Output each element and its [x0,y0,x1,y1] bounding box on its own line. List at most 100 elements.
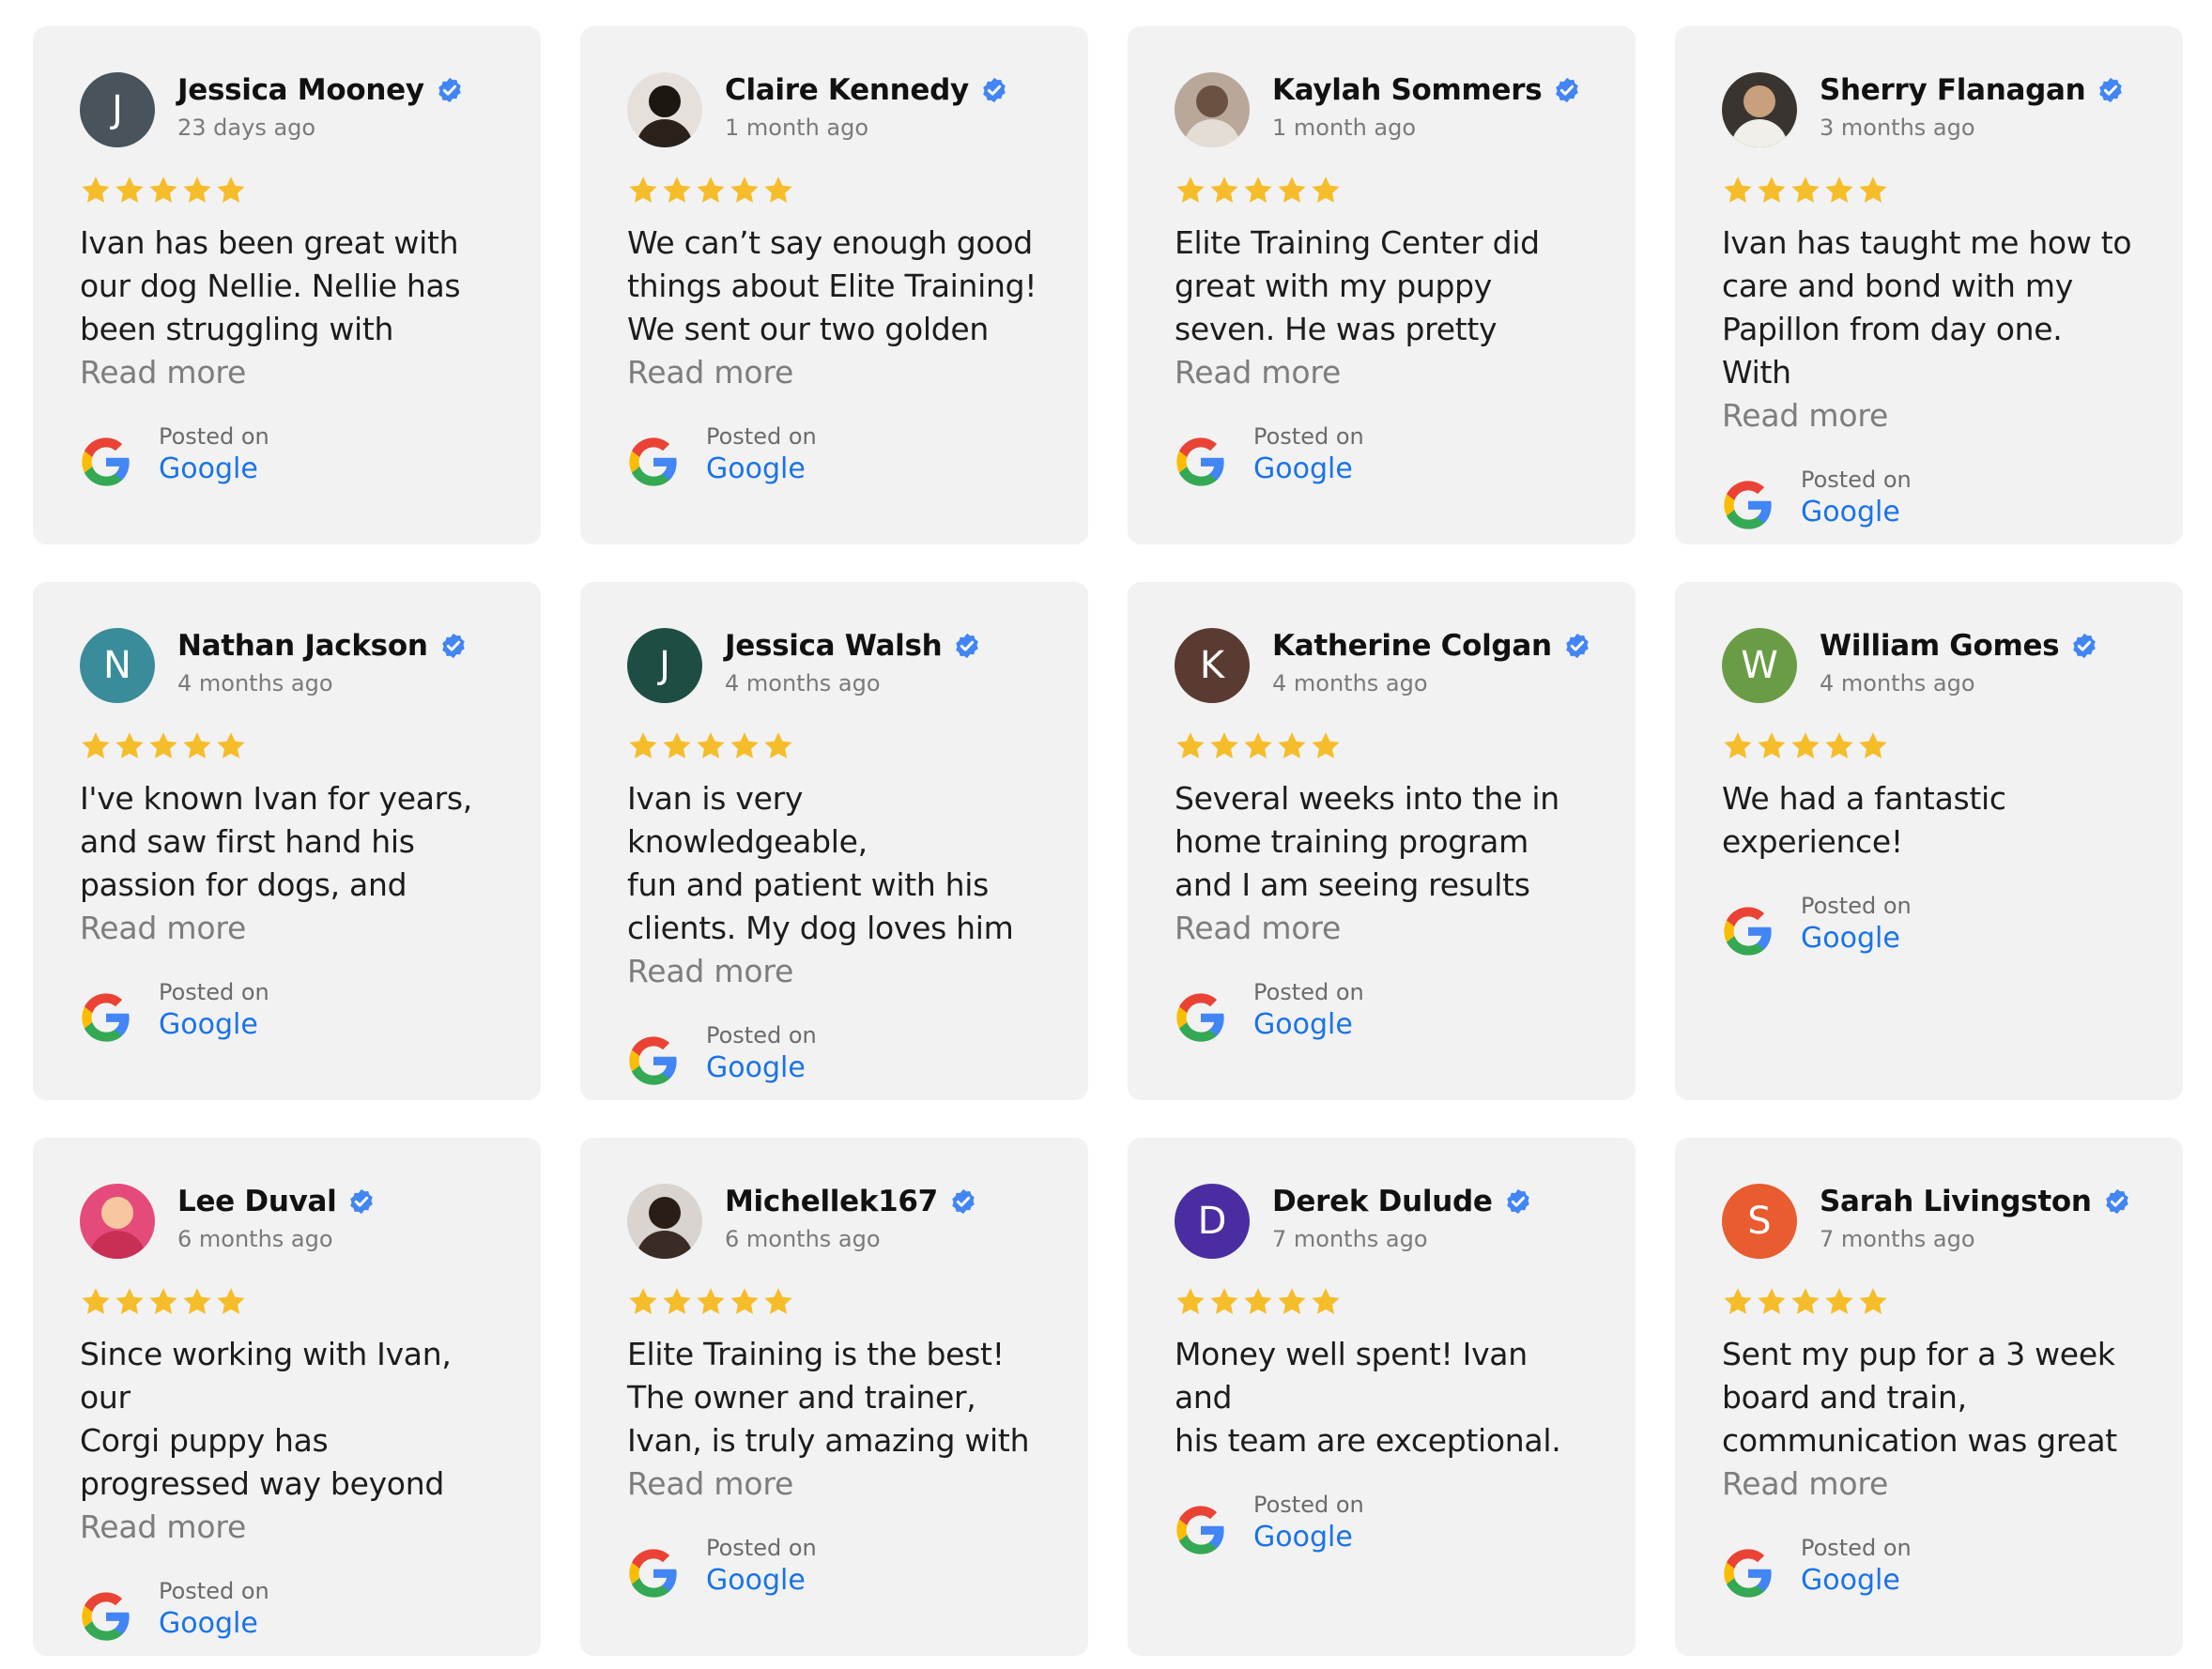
posted-on-source: Posted on Google [627,1534,1046,1600]
posted-on-source: Posted on Google [627,422,1046,488]
google-link[interactable]: Google [159,1006,269,1044]
reviewer-name[interactable]: Jessica Walsh [725,629,943,663]
posted-on-label: Posted on [706,423,817,450]
star-icon [697,1288,725,1314]
google-link[interactable]: Google [159,451,269,488]
reviewer-info: Katherine Colgan 4 months ago [1272,629,1591,697]
posted-on-source: Posted on Google [1722,892,2141,957]
google-logo-icon [82,437,130,486]
google-link[interactable]: Google [1253,1006,1364,1044]
read-more-link[interactable]: Read more [1722,394,2141,437]
star-icon [1210,1288,1238,1314]
star-icon [1825,1288,1853,1314]
avatar-photo-head [1743,85,1775,117]
star-icon [1758,732,1786,758]
google-link[interactable]: Google [706,1049,817,1087]
verified-badge-icon [441,633,465,659]
reviewer-name[interactable]: William Gomes [1820,629,2060,663]
star-icon [149,732,177,758]
star-icon [82,732,110,758]
google-logo-icon [1724,907,1772,956]
avatar: K [1175,628,1250,703]
review-text: Several weeks into the in home training … [1175,780,1559,903]
read-more-link[interactable]: Read more [80,351,499,394]
read-more-link[interactable]: Read more [1175,351,1593,394]
review-card: Sherry Flanagan 3 months ago Ivan has ta… [1675,26,2183,544]
review-text: Ivan is very knowledgeable, fun and pati… [627,780,1014,946]
review-header: D Derek Dulude 7 months ago [1175,1184,1593,1263]
google-link[interactable]: Google [159,1605,269,1643]
google-link[interactable]: Google [706,451,817,488]
review-header: Claire Kennedy 1 month ago [627,72,1046,151]
read-more-link[interactable]: Read more [80,1506,499,1549]
posted-on-label: Posted on [159,1578,269,1604]
name-row: Sherry Flanagan [1820,73,2125,107]
reviewer-name[interactable]: Sarah Livingston [1820,1185,2092,1218]
review-date: 6 months ago [177,1226,333,1252]
posted-text: Posted on Google [706,1534,817,1600]
review-header: Michellek167 6 months ago [627,1184,1046,1263]
read-more-link[interactable]: Read more [627,351,1046,394]
google-link[interactable]: Google [1253,451,1364,488]
posted-text: Posted on Google [1801,892,1912,957]
posted-on-source: Posted on Google [80,1577,499,1643]
star-icon [82,176,110,203]
star-icon [1859,732,1887,758]
reviewer-info: Sarah Livingston 7 months ago [1820,1185,2131,1252]
reviewer-name[interactable]: Jessica Mooney [177,73,424,107]
star-icon [1210,732,1238,758]
reviewer-name[interactable]: Michellek167 [725,1185,938,1218]
read-more-link[interactable]: Read more [627,950,1046,993]
star-icon [1278,176,1306,203]
name-row: Claire Kennedy [725,73,1008,107]
star-icon [629,1288,657,1314]
reviews-grid: J Jessica Mooney 23 days ago Ivan has be… [33,26,2183,1656]
google-link[interactable]: Google [1801,494,1912,531]
avatar [627,72,702,147]
star-rating [80,730,499,764]
posted-on-label: Posted on [1801,893,1912,919]
reviewer-name[interactable]: Derek Dulude [1272,1185,1493,1218]
review-text: Elite Training is the best! The owner an… [627,1336,1030,1459]
google-link[interactable]: Google [1801,1562,1912,1600]
reviewer-name[interactable]: Sherry Flanagan [1820,73,2086,107]
avatar: D [1175,1184,1250,1259]
posted-on-source: Posted on Google [80,422,499,488]
read-more-link[interactable]: Read more [1175,907,1593,950]
star-rating [1175,175,1593,208]
reviewer-info: Michellek167 6 months ago [725,1185,977,1252]
reviewer-name[interactable]: Kaylah Sommers [1272,73,1543,107]
posted-on-label: Posted on [1801,1535,1912,1561]
review-card: K Katherine Colgan 4 months ago Several … [1128,582,1636,1100]
posted-on-source: Posted on Google [1722,1534,2141,1600]
reviewer-name[interactable]: Nathan Jackson [177,629,428,663]
reviewer-info: Kaylah Sommers 1 month ago [1272,73,1581,141]
review-card: S Sarah Livingston 7 months ago Sent my … [1675,1138,2183,1656]
star-icon [697,732,725,758]
review-header: Sherry Flanagan 3 months ago [1722,72,2141,151]
star-icon [1278,1288,1306,1314]
star-icon [183,732,211,758]
posted-text: Posted on Google [1253,1491,1364,1556]
posted-on-source: Posted on Google [1722,466,2141,531]
star-rating [1722,1286,2141,1320]
review-date: 3 months ago [1820,115,1975,141]
reviewer-name[interactable]: Katherine Colgan [1272,629,1552,663]
star-icon [1825,732,1853,758]
posted-on-label: Posted on [706,1535,817,1561]
google-link[interactable]: Google [1801,920,1912,957]
star-icon [149,1288,177,1314]
star-icon [1244,1288,1272,1314]
reviewer-info: Jessica Mooney 23 days ago [177,73,464,141]
review-date: 4 months ago [1820,670,1975,697]
review-text: Elite Training Center did great with my … [1175,224,1540,347]
read-more-link[interactable]: Read more [627,1462,1046,1506]
read-more-link[interactable]: Read more [80,907,499,950]
posted-text: Posted on Google [159,978,269,1044]
reviewer-name[interactable]: Claire Kennedy [725,73,969,107]
star-icon [1791,732,1820,758]
read-more-link[interactable]: Read more [1722,1462,2141,1506]
google-link[interactable]: Google [706,1562,817,1600]
reviewer-name[interactable]: Lee Duval [177,1185,337,1218]
google-link[interactable]: Google [1253,1519,1364,1556]
